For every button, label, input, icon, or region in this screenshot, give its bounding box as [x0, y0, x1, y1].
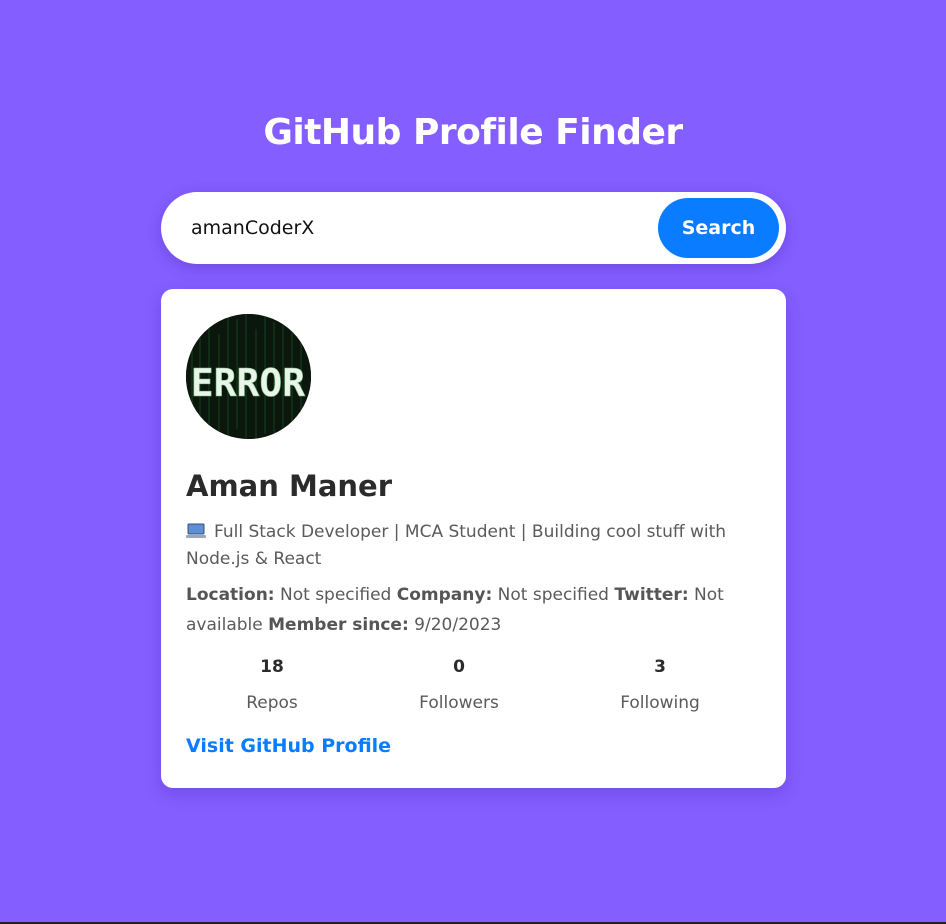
company-value: Not specified	[497, 585, 609, 605]
profile-card: ERROR Aman Maner Full Stack Developer | …	[161, 289, 786, 788]
location-value: Not specified	[280, 585, 392, 605]
location-label: Location:	[186, 585, 275, 605]
stat-value: 18	[260, 657, 284, 677]
avatar: ERROR	[186, 314, 311, 439]
stat-value: 3	[654, 657, 666, 677]
twitter-label: Twitter:	[614, 585, 689, 605]
profile-stats: 18 Repos 0 Followers 3 Following	[186, 657, 761, 727]
stat-label: Followers	[419, 693, 499, 713]
stat-value: 0	[453, 657, 465, 677]
search-bar: Search	[161, 192, 786, 264]
profile-name: Aman Maner	[186, 469, 393, 503]
stat-label: Following	[620, 693, 700, 713]
laptop-icon	[186, 521, 206, 538]
company-label: Company:	[396, 585, 493, 605]
page-title: GitHub Profile Finder	[263, 112, 683, 153]
profile-bio-text: Full Stack Developer | MCA Student | Bui…	[186, 522, 727, 569]
stat-following: 3 Following	[590, 657, 730, 713]
stat-followers: 0 Followers	[389, 657, 529, 713]
profile-meta: Location: Not specified Company: Not spe…	[186, 580, 761, 640]
search-button[interactable]: Search	[658, 198, 779, 258]
visit-github-profile-link[interactable]: Visit GitHub Profile	[186, 735, 391, 757]
member-since-label: Member since:	[268, 615, 409, 635]
stat-repos: 18 Repos	[202, 657, 342, 713]
stat-label: Repos	[246, 693, 298, 713]
member-since-value: 9/20/2023	[414, 615, 502, 635]
profile-bio: Full Stack Developer | MCA Student | Bui…	[186, 519, 761, 573]
avatar-label: ERROR	[191, 361, 306, 405]
search-input[interactable]	[191, 210, 651, 246]
